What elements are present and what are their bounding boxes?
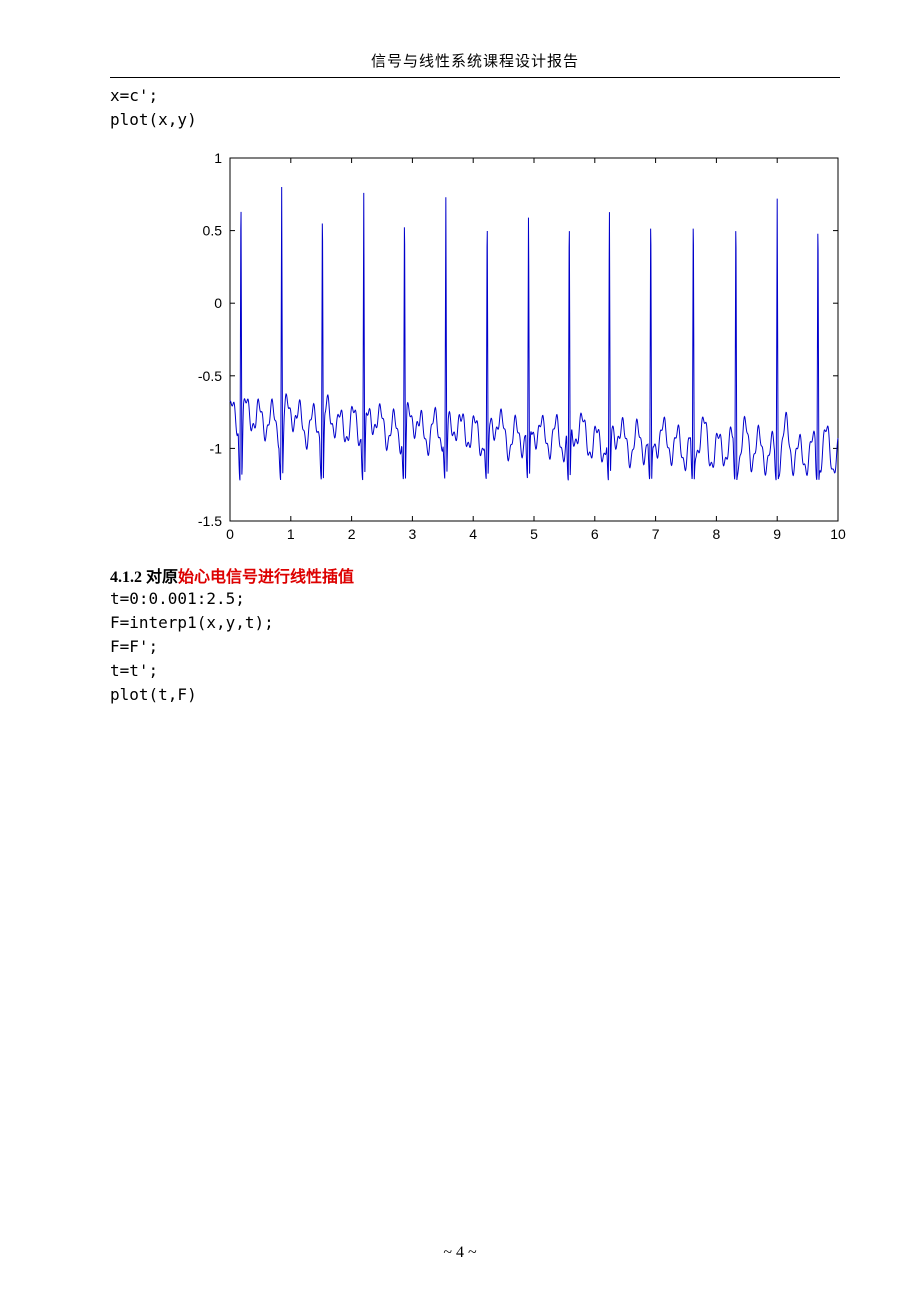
svg-text:0.5: 0.5 <box>203 223 223 239</box>
svg-text:-0.5: -0.5 <box>198 368 222 384</box>
ecg-chart: 012345678910-1.5-1-0.500.51 <box>170 146 840 551</box>
svg-text:4: 4 <box>469 526 477 542</box>
svg-text:9: 9 <box>773 526 781 542</box>
section-black: 对原 <box>142 569 178 586</box>
header-rule <box>110 77 840 78</box>
chart-svg: 0 1 2 3 4 5 6 7 8 9 10 -1.5 -1 -0.5 0 0.5 1 <box>170 146 850 551</box>
svg-text:0: 0 <box>226 526 234 542</box>
section-red: 始心电信号进行线性插值 <box>178 569 354 586</box>
page-header: 信号与线性系统课程设计报告 <box>110 50 840 71</box>
page-footer: ~ 4 ~ <box>0 1244 920 1262</box>
svg-text:1: 1 <box>214 150 222 166</box>
svg-text:10: 10 <box>830 526 846 542</box>
svg-text:3: 3 <box>409 526 417 542</box>
svg-text:0: 0 <box>214 295 222 311</box>
svg-text:1: 1 <box>287 526 295 542</box>
svg-text:2: 2 <box>348 526 356 542</box>
code-block-2: t=0:0.001:2.5; F=interp1(x,y,t); F=F'; t… <box>110 587 840 707</box>
svg-text:5: 5 <box>530 526 538 542</box>
section-heading: 4.1.2 对原始心电信号进行线性插值 <box>110 563 840 587</box>
svg-text:8: 8 <box>713 526 721 542</box>
svg-text:-1.5: -1.5 <box>198 513 222 529</box>
svg-text:7: 7 <box>652 526 660 542</box>
section-number: 4.1.2 <box>110 569 142 586</box>
svg-text:6: 6 <box>591 526 599 542</box>
code-block-1: x=c'; plot(x,y) <box>110 84 840 132</box>
page: 信号与线性系统课程设计报告 x=c'; plot(x,y) 0 1 2 3 4 5 6 7 8 9… <box>0 0 920 1302</box>
svg-text:-1: -1 <box>210 440 223 456</box>
